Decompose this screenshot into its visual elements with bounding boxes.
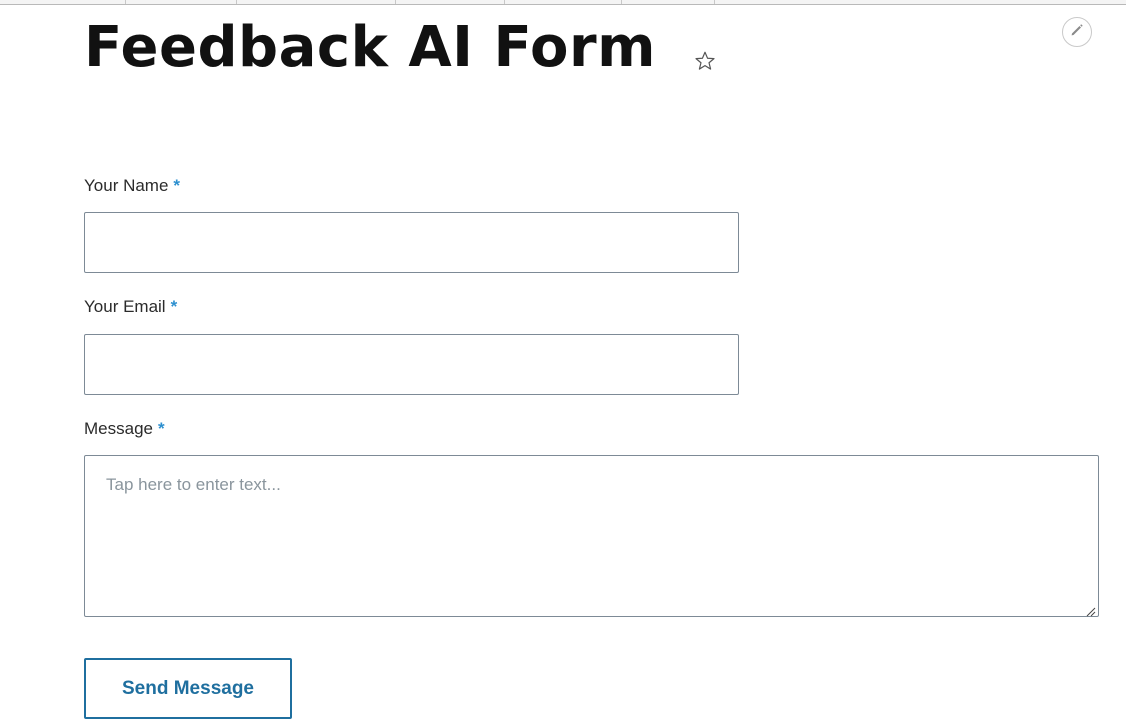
message-label-text: Message <box>84 419 153 438</box>
message-field-label: Message * <box>84 419 165 439</box>
tab-divider <box>236 0 237 4</box>
message-textarea[interactable]: Tap here to enter text... <box>84 455 1099 617</box>
email-input[interactable] <box>84 334 739 395</box>
tab-divider <box>504 0 505 4</box>
email-label-text: Your Email <box>84 297 166 316</box>
pencil-icon <box>1069 22 1085 43</box>
name-field-label: Your Name * <box>84 176 180 196</box>
required-marker: * <box>170 297 178 316</box>
name-label-text: Your Name <box>84 176 169 195</box>
top-tab-strip <box>0 0 1126 5</box>
required-marker: * <box>157 419 165 438</box>
message-placeholder: Tap here to enter text... <box>106 475 281 494</box>
required-marker: * <box>173 176 181 195</box>
email-field-label: Your Email * <box>84 297 177 317</box>
resize-grip-icon[interactable] <box>1086 604 1096 617</box>
tab-divider <box>125 0 126 4</box>
tab-divider <box>714 0 715 4</box>
name-input[interactable] <box>84 212 739 273</box>
tab-divider <box>621 0 622 4</box>
edit-button[interactable] <box>1062 17 1092 47</box>
send-message-button[interactable]: Send Message <box>84 658 292 719</box>
tab-divider <box>395 0 396 4</box>
star-icon[interactable] <box>694 50 716 72</box>
page-title: Feedback AI Form <box>84 15 656 80</box>
